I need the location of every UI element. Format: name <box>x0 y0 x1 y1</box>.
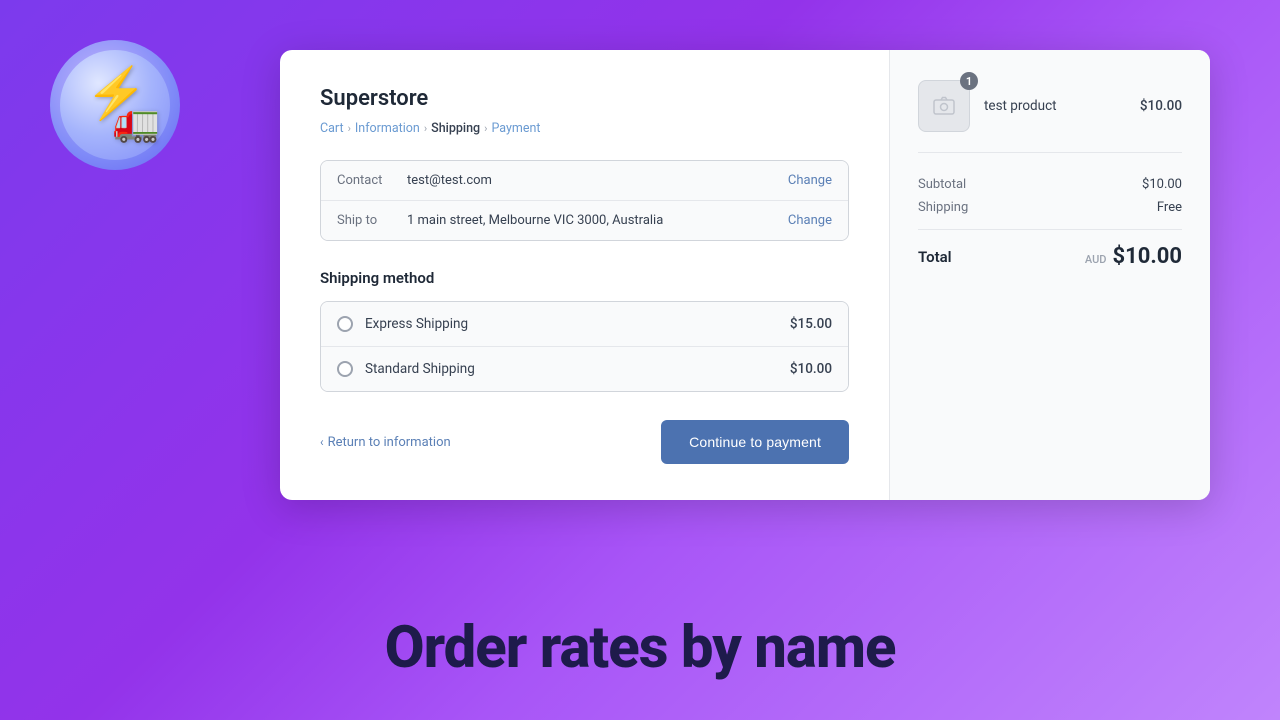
logo-inner: ⚡ 🚛 <box>60 50 170 160</box>
total-row: Total AUD $10.00 <box>918 244 1182 269</box>
breadcrumb-sep-1: › <box>348 122 351 135</box>
total-label: Total <box>918 248 952 266</box>
shipping-method-title: Shipping method <box>320 269 849 287</box>
left-panel: Superstore Cart › Information › Shipping… <box>280 50 890 500</box>
store-name: Superstore <box>320 86 849 111</box>
shipping-option-standard[interactable]: Standard Shipping $10.00 <box>321 347 848 391</box>
bottom-title: Order rates by name <box>0 614 1280 682</box>
shipping-summary-value: Free <box>1157 200 1182 215</box>
camera-icon <box>932 94 956 118</box>
product-badge: 1 <box>960 72 978 90</box>
lightning-icon: ⚡ <box>85 65 147 123</box>
shipto-change-link[interactable]: Change <box>788 213 832 228</box>
breadcrumb: Cart › Information › Shipping › Payment <box>320 121 849 136</box>
total-value-wrap: AUD $10.00 <box>1085 244 1182 269</box>
breadcrumb-cart[interactable]: Cart <box>320 121 344 136</box>
express-shipping-price: $15.00 <box>790 316 832 332</box>
total-amount: $10.00 <box>1113 244 1183 269</box>
breadcrumb-sep-2: › <box>424 122 427 135</box>
breadcrumb-shipping[interactable]: Shipping <box>431 121 480 136</box>
subtotal-label: Subtotal <box>918 177 966 192</box>
main-container: ⚡ 🚛 Superstore Cart › Information › Ship… <box>0 0 1280 720</box>
return-to-information-link[interactable]: ‹ Return to information <box>320 435 451 450</box>
logo-circle: ⚡ 🚛 <box>50 40 180 170</box>
shipping-row: Shipping Free <box>918 200 1182 215</box>
shipping-options: Express Shipping $15.00 Standard Shippin… <box>320 301 849 392</box>
bottom-actions: ‹ Return to information Continue to paym… <box>320 420 849 464</box>
radio-standard[interactable] <box>337 361 353 377</box>
subtotal-value: $10.00 <box>1142 177 1182 192</box>
shipto-row: Ship to 1 main street, Melbourne VIC 300… <box>321 201 848 240</box>
product-price: $10.00 <box>1140 98 1182 114</box>
radio-express[interactable] <box>337 316 353 332</box>
total-divider <box>918 229 1182 230</box>
info-box: Contact test@test.com Change Ship to 1 m… <box>320 160 849 241</box>
contact-change-link[interactable]: Change <box>788 173 832 188</box>
return-link-label: Return to information <box>328 435 451 450</box>
shipping-summary-label: Shipping <box>918 200 968 215</box>
product-name: test product <box>984 98 1126 114</box>
chevron-left-icon: ‹ <box>320 435 324 449</box>
right-panel: 1 test product $10.00 Subtotal $10.00 Sh… <box>890 50 1210 500</box>
contact-value: test@test.com <box>407 173 788 188</box>
total-currency: AUD <box>1085 253 1107 266</box>
shipping-option-express[interactable]: Express Shipping $15.00 <box>321 302 848 347</box>
express-shipping-label: Express Shipping <box>365 316 778 332</box>
subtotal-row: Subtotal $10.00 <box>918 177 1182 192</box>
contact-label: Contact <box>337 173 407 188</box>
product-row: 1 test product $10.00 <box>918 80 1182 153</box>
breadcrumb-sep-3: › <box>484 122 487 135</box>
logo-area: ⚡ 🚛 <box>50 40 180 170</box>
contact-row: Contact test@test.com Change <box>321 161 848 201</box>
breadcrumb-information[interactable]: Information <box>355 121 420 136</box>
product-image-wrap: 1 <box>918 80 970 132</box>
continue-to-payment-button[interactable]: Continue to payment <box>661 420 849 464</box>
shipto-label: Ship to <box>337 213 407 228</box>
standard-shipping-label: Standard Shipping <box>365 361 778 377</box>
checkout-card: Superstore Cart › Information › Shipping… <box>280 50 1210 500</box>
standard-shipping-price: $10.00 <box>790 361 832 377</box>
shipto-value: 1 main street, Melbourne VIC 3000, Austr… <box>407 213 788 228</box>
breadcrumb-payment[interactable]: Payment <box>491 121 540 136</box>
